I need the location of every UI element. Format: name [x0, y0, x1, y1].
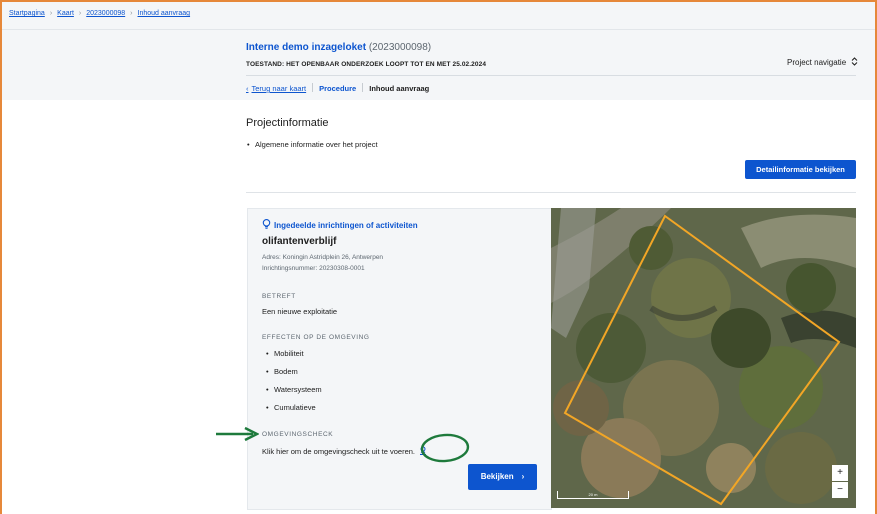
breadcrumb-kaart[interactable]: Kaart — [57, 10, 74, 17]
effect-item: Watersysteem — [266, 385, 322, 394]
effect-item: Mobiliteit — [266, 349, 303, 358]
chevron-updown-icon — [852, 57, 858, 66]
breadcrumb-project-number[interactable]: 2023000098 — [86, 10, 125, 17]
tab-procedure[interactable]: Procedure — [319, 84, 356, 93]
project-title-text: Interne demo inzageloket — [246, 42, 367, 53]
chevron-left-icon: ‹ — [246, 84, 249, 93]
card-number: Inrichtingsnummer: 20230308-0001 — [262, 265, 365, 272]
tab-inhoud-aanvraag[interactable]: Inhoud aanvraag — [369, 84, 429, 93]
project-navigation-button[interactable]: Project navigatie — [787, 57, 858, 67]
back-to-map-label: Terug naar kaart — [251, 84, 307, 93]
detail-info-button[interactable]: Detailinformatie bekijken — [745, 160, 856, 179]
map-imagery — [551, 208, 856, 508]
bekijken-label: Bekijken — [480, 472, 514, 481]
projectinfo-bullet: Algemene informatie over het project — [247, 140, 378, 149]
project-state: TOESTAND: HET OPENBAAR ONDERZOEK LOOPT T… — [246, 61, 487, 68]
bulb-icon — [262, 219, 271, 229]
card-header-label: Ingedeelde inrichtingen of activiteiten — [274, 221, 418, 230]
project-number: (2023000098) — [368, 42, 432, 53]
breadcrumb-inhoud-aanvraag[interactable]: Inhoud aanvraag — [138, 10, 191, 17]
omgevingscheck-label: OMGEVINGSCHECK — [262, 431, 334, 438]
card-address: Adres: Koningin Astridplein 26, Antwerpe… — [262, 254, 384, 261]
annotation-arrow — [216, 426, 259, 442]
project-title: Interne demo inzageloket (2023000098) — [246, 42, 431, 53]
breadcrumb: Startpagina › Kaart › 2023000098 › Inhoud aanv… — [9, 10, 190, 17]
betreft-value: Een nieuwe exploitatie — [262, 307, 338, 316]
zoom-in-button[interactable]: + — [832, 465, 848, 481]
effect-item: Bodem — [266, 367, 298, 376]
subnav-separator — [312, 83, 314, 92]
chevron-right-icon: › — [521, 472, 525, 481]
bekijken-button[interactable]: Bekijken › — [468, 464, 537, 490]
subnav: ‹ Terug naar kaart Procedure Inhoud aanvraa… — [246, 83, 429, 93]
effect-item: Cumulatieve — [266, 403, 316, 412]
map-scale-bar: 20 m — [557, 491, 629, 499]
breadcrumb-startpagina[interactable]: Startpagina — [9, 10, 45, 17]
card-header[interactable]: Ingedeelde inrichtingen of activiteiten — [262, 219, 418, 230]
breadcrumb-separator: › — [130, 10, 133, 17]
breadcrumb-separator: › — [49, 10, 53, 17]
omgevingscheck-description: Klik hier om de omgevingscheck uit te vo… — [262, 447, 415, 456]
back-to-map-link[interactable]: ‹ Terug naar kaart — [246, 84, 306, 93]
breadcrumb-separator: › — [78, 10, 82, 17]
section-title-projectinformatie: Projectinformatie — [246, 117, 329, 129]
betreft-label: BETREFT — [262, 293, 296, 300]
section-divider — [246, 192, 856, 193]
card-title: olifantenverblijf — [262, 236, 337, 247]
project-navigation-label: Project navigatie — [787, 58, 847, 67]
omgevingscheck-text: Klik hier om de omgevingscheck uit te vo… — [262, 446, 427, 456]
effects-label: EFFECTEN OP DE OMGEVING — [262, 334, 370, 341]
satellite-map[interactable] — [551, 208, 856, 508]
subnav-divider — [246, 75, 856, 76]
annotation-circle — [420, 433, 470, 463]
subnav-separator — [362, 83, 364, 92]
zoom-out-button[interactable]: − — [832, 482, 848, 498]
